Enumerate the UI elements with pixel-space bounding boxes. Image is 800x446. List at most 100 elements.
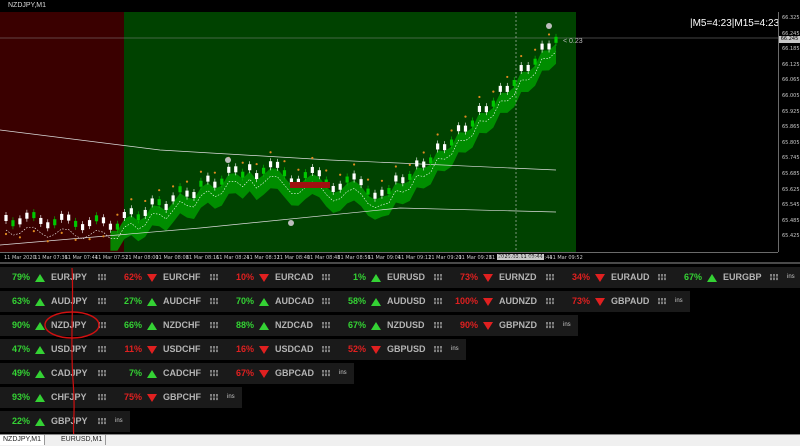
- chart-grid-icon[interactable]: [434, 298, 443, 305]
- pair-symbol[interactable]: CHFJPY: [51, 392, 87, 402]
- chart-grid-icon[interactable]: [98, 298, 107, 305]
- pair-symbol[interactable]: USDCHF: [163, 344, 201, 354]
- pair-symbol[interactable]: GBPCAD: [275, 368, 314, 378]
- pair-symbol[interactable]: AUDCAD: [275, 296, 314, 306]
- chart-grid-icon[interactable]: [322, 370, 331, 377]
- chart-grid-icon[interactable]: [210, 346, 219, 353]
- pair-cell[interactable]: 66% NZDCHF: [112, 315, 224, 336]
- chart-grid-icon[interactable]: [98, 322, 107, 329]
- chart-grid-icon[interactable]: [434, 274, 443, 281]
- pair-symbol[interactable]: USDCAD: [275, 344, 314, 354]
- chart-grid-icon[interactable]: [658, 274, 667, 281]
- pair-symbol[interactable]: CADJPY: [51, 368, 88, 378]
- chart-grid-icon[interactable]: [546, 322, 555, 329]
- pair-cell[interactable]: 10% EURCAD: [224, 267, 336, 288]
- chart-grid-icon[interactable]: [658, 298, 667, 305]
- pair-symbol[interactable]: GBPCHF: [163, 392, 201, 402]
- chart-grid-icon[interactable]: [322, 298, 331, 305]
- chart-tab[interactable]: NZDJPY,M1: [0, 435, 45, 445]
- pair-symbol[interactable]: NZDCAD: [275, 320, 313, 330]
- insert-label[interactable]: ins: [227, 394, 235, 400]
- pair-cell[interactable]: 34% EURAUD: [560, 267, 672, 288]
- pair-cell[interactable]: 75% GBPCHF: [112, 387, 224, 408]
- chart-grid-icon[interactable]: [210, 370, 219, 377]
- pair-cell[interactable]: 73% GBPAUD: [560, 291, 672, 312]
- pair-symbol[interactable]: GBPJPY: [51, 416, 88, 426]
- chart-grid-icon[interactable]: [210, 394, 219, 401]
- pair-cell[interactable]: 73% EURNZD: [448, 267, 560, 288]
- pair-symbol[interactable]: NZDCHF: [163, 320, 200, 330]
- pair-cell[interactable]: 47% USDJPY: [0, 339, 112, 360]
- pair-symbol[interactable]: EURCAD: [275, 272, 314, 282]
- insert-label[interactable]: ins: [563, 322, 571, 328]
- candle-body: [220, 178, 224, 185]
- pair-cell[interactable]: 7% CADCHF: [112, 363, 224, 384]
- chart-grid-icon[interactable]: [322, 274, 331, 281]
- pair-symbol[interactable]: GBPNZD: [499, 320, 537, 330]
- insert-label[interactable]: ins: [115, 418, 123, 424]
- pair-cell[interactable]: 49% CADJPY: [0, 363, 112, 384]
- chart-grid-icon[interactable]: [434, 346, 443, 353]
- chart-grid-icon[interactable]: [210, 322, 219, 329]
- pair-cell[interactable]: 27% AUDCHF: [112, 291, 224, 312]
- chart-grid-icon[interactable]: [210, 274, 219, 281]
- insert-label[interactable]: ins: [451, 346, 459, 352]
- pair-symbol[interactable]: EURAUD: [611, 272, 650, 282]
- pair-cell[interactable]: 90% NZDJPY: [0, 315, 112, 336]
- pair-cell[interactable]: 70% AUDCAD: [224, 291, 336, 312]
- candle-body: [32, 212, 36, 219]
- time-axis[interactable]: 2020.03.11 09:44 11 Mar 2020 11 Mar 07:36…: [0, 252, 778, 262]
- pair-cell[interactable]: 88% NZDCAD: [224, 315, 336, 336]
- pair-cell[interactable]: 58% AUDUSD: [336, 291, 448, 312]
- chart-grid-icon[interactable]: [98, 394, 107, 401]
- pair-symbol[interactable]: AUDUSD: [387, 296, 426, 306]
- chart-grid-icon[interactable]: [98, 418, 107, 425]
- pair-cell[interactable]: 67% NZDUSD: [336, 315, 448, 336]
- chart-grid-icon[interactable]: [322, 346, 331, 353]
- pair-cell[interactable]: 11% USDCHF: [112, 339, 224, 360]
- insert-label[interactable]: ins: [339, 370, 347, 376]
- pair-symbol[interactable]: AUDCHF: [163, 296, 201, 306]
- pair-symbol[interactable]: AUDNZD: [499, 296, 537, 306]
- pair-symbol[interactable]: GBPAUD: [611, 296, 649, 306]
- pair-cell[interactable]: 93% CHFJPY: [0, 387, 112, 408]
- pair-symbol[interactable]: EURJPY: [51, 272, 87, 282]
- insert-label[interactable]: ins: [675, 298, 683, 304]
- pair-cell[interactable]: 63% AUDJPY: [0, 291, 112, 312]
- pair-symbol[interactable]: EURGBP: [723, 272, 762, 282]
- chart-window[interactable]: NZDJPY,M1 |M5=4:23|M15=4:23 < 0.23 66.32…: [0, 0, 800, 262]
- pair-symbol[interactable]: AUDJPY: [51, 296, 88, 306]
- price-chart[interactable]: [0, 0, 778, 252]
- pair-cell[interactable]: 90% GBPNZD: [448, 315, 560, 336]
- pair-symbol[interactable]: EURCHF: [163, 272, 201, 282]
- price-axis[interactable]: 66.325 66.245 66.185 66.125 66.065 66.005 65.9…: [778, 12, 800, 252]
- chart-grid-icon[interactable]: [98, 274, 107, 281]
- pair-cell[interactable]: 1% EURUSD: [336, 267, 448, 288]
- insert-label[interactable]: ins: [787, 274, 795, 280]
- chart-grid-icon[interactable]: [546, 274, 555, 281]
- pair-symbol[interactable]: GBPUSD: [387, 344, 426, 354]
- chart-grid-icon[interactable]: [770, 274, 779, 281]
- chart-tab[interactable]: EURUSD,M1: [58, 435, 107, 445]
- pair-symbol[interactable]: USDJPY: [51, 344, 87, 354]
- chart-grid-icon[interactable]: [210, 298, 219, 305]
- chart-grid-icon[interactable]: [434, 322, 443, 329]
- pair-symbol[interactable]: NZDJPY: [51, 320, 87, 330]
- pair-cell[interactable]: 52% GBPUSD: [336, 339, 448, 360]
- pair-symbol[interactable]: CADCHF: [163, 368, 201, 378]
- pair-cell[interactable]: 22% GBPJPY: [0, 411, 112, 432]
- pair-cell[interactable]: 16% USDCAD: [224, 339, 336, 360]
- chart-grid-icon[interactable]: [322, 322, 331, 329]
- pair-cell[interactable]: 79% EURJPY: [0, 267, 112, 288]
- pair-symbol[interactable]: NZDUSD: [387, 320, 425, 330]
- pair-symbol[interactable]: EURNZD: [499, 272, 537, 282]
- pair-cell[interactable]: 62% EURCHF: [112, 267, 224, 288]
- pair-cell[interactable]: 100% AUDNZD: [448, 291, 560, 312]
- chart-grid-icon[interactable]: [546, 298, 555, 305]
- chart-grid-icon[interactable]: [98, 346, 107, 353]
- chart-grid-icon[interactable]: [98, 370, 107, 377]
- pair-cell[interactable]: 67% GBPCAD: [224, 363, 336, 384]
- pair-symbol[interactable]: EURUSD: [387, 272, 425, 282]
- pair-cell[interactable]: 67% EURGBP: [672, 267, 784, 288]
- candle-body: [67, 214, 71, 221]
